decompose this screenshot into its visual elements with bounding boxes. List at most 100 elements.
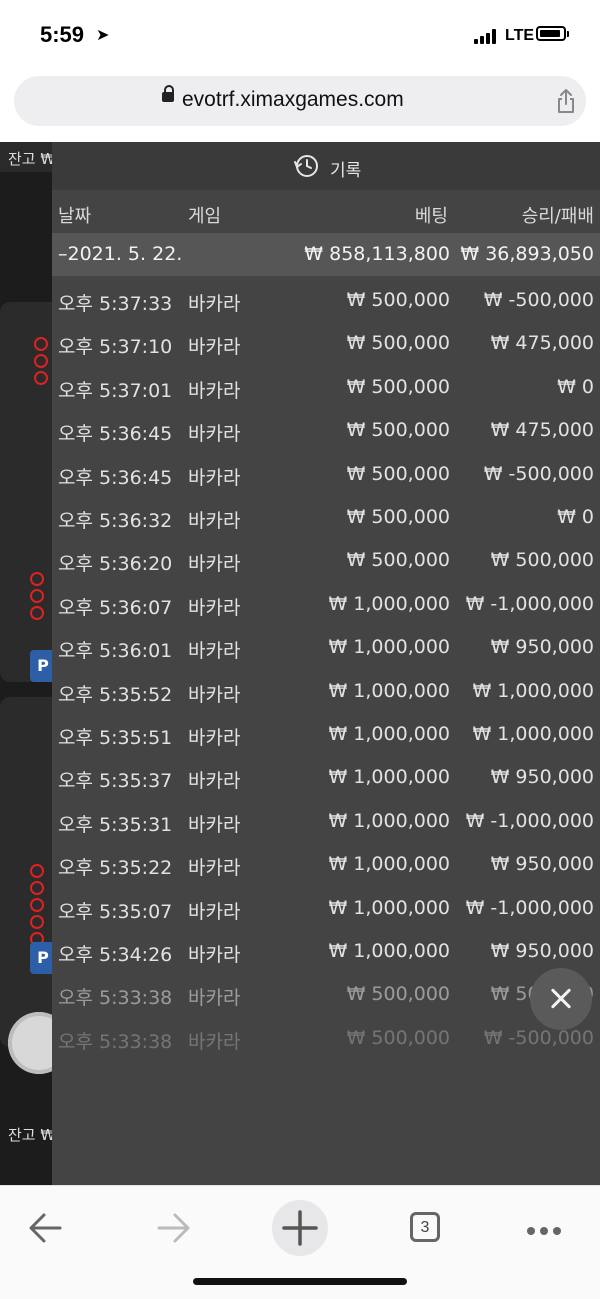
row-bet: ₩ 1,000,000 (328, 940, 450, 962)
history-row[interactable]: 오후 5:37:01 바카라 ₩ 500,000 ₩ 0 (52, 366, 600, 409)
row-time: 오후 5:36:45 (58, 466, 173, 489)
row-bet: ₩ 500,000 (346, 506, 450, 528)
row-win-loss: ₩ 1,000,000 (472, 723, 594, 745)
row-time: 오후 5:35:52 (58, 683, 173, 706)
row-game: 바카라 (188, 987, 241, 1010)
history-row[interactable]: 오후 5:35:51 바카라 ₩ 1,000,000 ₩ 1,000,000 (52, 713, 600, 756)
forward-arrow-icon[interactable] (145, 1200, 201, 1256)
signal-icon (474, 28, 500, 44)
row-time: 오후 5:37:33 (58, 293, 173, 315)
row-bet: ₩ 1,000,000 (328, 592, 450, 615)
row-bet: ₩ 500,000 (346, 983, 450, 1006)
lock-icon (162, 85, 174, 102)
row-time: 오후 5:35:37 (58, 770, 173, 793)
history-row[interactable]: 오후 5:33:38바카라₩ 500,000₩ 500,000 (52, 973, 600, 1016)
row-game: 바카라 (188, 336, 241, 359)
row-bet: ₩ 500,000 (346, 332, 450, 355)
status-time: 5:59 (40, 22, 85, 47)
row-bet: ₩ 1,000,000 (328, 809, 450, 832)
row-game: 바카라 (188, 727, 241, 749)
history-row[interactable]: 오후 5:35:37 바카라 ₩ 1,000,000 ₩ 950,000 (52, 756, 600, 799)
row-win-loss: ₩ 950,000 (490, 636, 594, 659)
history-row[interactable]: 오후 5:35:22 바카라 ₩ 1,000,000 ₩ 950,000 (52, 843, 600, 886)
row-game: 바카라 (188, 596, 241, 619)
history-row[interactable]: 오후 5:35:52 바카라 ₩ 1,000,000 ₩ 1,000,000 (52, 670, 600, 713)
row-win-loss: ₩ -1,000,000 (465, 896, 594, 919)
close-button[interactable] (530, 968, 592, 1030)
road-map-icon (30, 864, 44, 949)
row-bet: ₩ 500,000 (346, 549, 450, 572)
column-header-win-loss: 승리/패배 (521, 206, 594, 227)
row-time: 오후 5:33:38 (58, 987, 173, 1010)
row-bet: ₩ 500,000 (346, 1026, 450, 1049)
new-tab-plus-icon (282, 1210, 318, 1246)
column-header-game: 게임 (188, 206, 222, 227)
row-time: 오후 5:35:07 (58, 900, 173, 923)
history-row[interactable]: 오후 5:36:32 바카라 ₩ 500,000 ₩ 0 (52, 496, 600, 539)
row-time: 오후 5:36:07 (58, 596, 173, 619)
history-row[interactable]: 오후 5:37:33 바카라 ₩ 500,000 ₩ -500,000 (52, 279, 600, 322)
row-win-loss: ₩ 475,000 (490, 419, 594, 442)
history-row[interactable]: 오후 5:35:07 바카라 ₩ 1,000,000 ₩ -1,000,000 (52, 887, 600, 930)
row-game: 바카라 (188, 553, 241, 576)
row-win-loss: ₩ 0 (557, 506, 594, 528)
row-time: 오후 5:37:10 (58, 336, 173, 359)
row-game: 바카라 (188, 466, 241, 489)
row-bet: ₩ 1,000,000 (328, 679, 450, 702)
history-row[interactable]: 오후 5:36:07 바카라 ₩ 1,000,000 ₩ -1,000,000 (52, 583, 600, 626)
history-row[interactable]: 오후 5:37:10 바카라 ₩ 500,000 ₩ 475,000 (52, 322, 600, 365)
history-row[interactable]: 오후 5:34:26 바카라 ₩ 1,000,000 ₩ 950,000 (52, 930, 600, 973)
history-row[interactable]: 오후 5:36:20 바카라 ₩ 500,000 ₩ 500,000 (52, 539, 600, 582)
row-bet: ₩ 1,000,000 (328, 636, 450, 659)
row-bet: ₩ 500,000 (346, 289, 450, 311)
road-map-icon (34, 337, 48, 388)
history-row[interactable]: 오후 5:36:45 바카라 ₩ 500,000 ₩ -500,000 (52, 453, 600, 496)
history-row[interactable]: 오후 5:36:01 바카라 ₩ 1,000,000 ₩ 950,000 (52, 626, 600, 669)
balance-label-bottom: 잔고 ₩ (8, 1126, 56, 1144)
clock-history-icon (294, 155, 318, 177)
history-row[interactable]: 오후 5:36:45 바카라 ₩ 500,000 ₩ 475,000 (52, 409, 600, 452)
date-label: –2021. 5. 22. (58, 243, 183, 265)
row-game: 바카라 (188, 293, 241, 315)
row-win-loss: ₩ 1,000,000 (472, 679, 594, 702)
row-game: 바카라 (188, 379, 241, 402)
row-time: 오후 5:35:22 (58, 857, 173, 880)
row-game: 바카라 (188, 770, 241, 793)
row-win-loss: ₩ -500,000 (483, 462, 594, 485)
road-map-icon (30, 572, 44, 623)
row-time: 오후 5:37:01 (58, 379, 173, 402)
home-indicator (193, 1278, 407, 1285)
row-win-loss: ₩ -500,000 (483, 1026, 594, 1049)
row-win-loss: ₩ -1,000,000 (465, 809, 594, 832)
row-game: 바카라 (188, 857, 241, 880)
new-tab-button[interactable] (272, 1200, 328, 1256)
row-bet: ₩ 500,000 (346, 419, 450, 442)
row-game: 바카라 (188, 683, 241, 706)
table-card[interactable] (0, 697, 56, 1047)
history-title: 기록 (330, 161, 362, 181)
status-bar: 5:59 ➤ LTE (0, 0, 600, 70)
row-time: 오후 5:33:38 (58, 1030, 173, 1053)
date-summary-row[interactable]: –2021. 5. 22. ₩ 858,113,800 ₩ 36,893,050 (52, 233, 600, 276)
share-icon[interactable] (554, 88, 578, 114)
back-arrow-icon[interactable] (18, 1200, 74, 1256)
row-bet: ₩ 1,000,000 (328, 766, 450, 789)
row-bet: ₩ 1,000,000 (328, 853, 450, 876)
tabs-button[interactable]: 3 (400, 1200, 456, 1256)
history-panel: 기록 날짜 게임 베팅 승리/패배 –2021. 5. 22. ₩ 858,11… (52, 142, 600, 1185)
row-time: 오후 5:35:51 (58, 727, 173, 749)
history-row[interactable]: 오후 5:35:31 바카라 ₩ 1,000,000 ₩ -1,000,000 (52, 800, 600, 843)
row-bet: ₩ 500,000 (346, 375, 450, 398)
column-header-bet: 베팅 (414, 206, 448, 227)
address-bar[interactable]: evotrf.ximaxgames.com (14, 76, 586, 126)
row-win-loss: ₩ -500,000 (483, 289, 594, 311)
more-dots-icon[interactable] (516, 1200, 572, 1256)
row-game: 바카라 (188, 900, 241, 923)
url-text[interactable]: evotrf.ximaxgames.com (182, 88, 404, 112)
date-total-win-loss: ₩ 36,893,050 (460, 243, 594, 265)
row-game: 바카라 (188, 813, 241, 836)
row-win-loss: ₩ 950,000 (490, 940, 594, 962)
history-row[interactable]: 오후 5:33:38 바카라 ₩ 500,000 ₩ -500,000 (52, 1017, 600, 1060)
row-game: 바카라 (188, 640, 241, 663)
row-time: 오후 5:36:01 (58, 640, 173, 663)
